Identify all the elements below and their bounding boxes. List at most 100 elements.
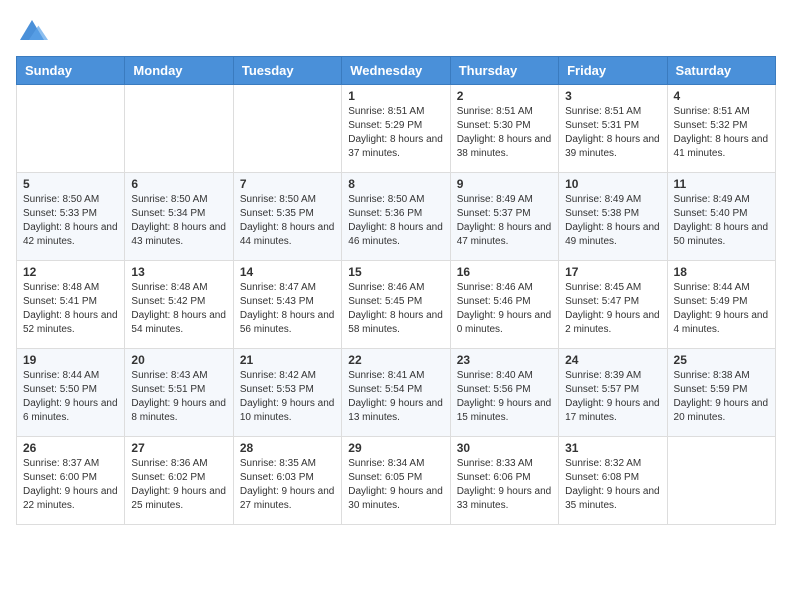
day-info: Sunrise: 8:43 AM Sunset: 5:51 PM Dayligh…	[131, 369, 226, 425]
day-info: Sunrise: 8:42 AM Sunset: 5:53 PM Dayligh…	[240, 369, 335, 425]
day-info: Sunrise: 8:51 AM Sunset: 5:32 PM Dayligh…	[674, 105, 769, 161]
day-info: Sunrise: 8:49 AM Sunset: 5:37 PM Dayligh…	[457, 193, 552, 249]
day-number: 19	[23, 353, 118, 367]
day-number: 18	[674, 265, 769, 279]
day-info: Sunrise: 8:33 AM Sunset: 6:06 PM Dayligh…	[457, 457, 552, 513]
weekday-header-thursday: Thursday	[450, 57, 558, 85]
calendar-cell: 24 Sunrise: 8:39 AM Sunset: 5:57 PM Dayli…	[559, 349, 667, 437]
day-info: Sunrise: 8:51 AM Sunset: 5:31 PM Dayligh…	[565, 105, 660, 161]
day-info: Sunrise: 8:44 AM Sunset: 5:49 PM Dayligh…	[674, 281, 769, 337]
day-info: Sunrise: 8:44 AM Sunset: 5:50 PM Dayligh…	[23, 369, 118, 425]
day-info: Sunrise: 8:50 AM Sunset: 5:35 PM Dayligh…	[240, 193, 335, 249]
day-number: 23	[457, 353, 552, 367]
calendar-cell: 10 Sunrise: 8:49 AM Sunset: 5:38 PM Dayli…	[559, 173, 667, 261]
calendar-cell: 9 Sunrise: 8:49 AM Sunset: 5:37 PM Daylig…	[450, 173, 558, 261]
day-number: 20	[131, 353, 226, 367]
calendar-cell	[125, 85, 233, 173]
day-number: 24	[565, 353, 660, 367]
day-number: 1	[348, 89, 443, 103]
day-info: Sunrise: 8:34 AM Sunset: 6:05 PM Dayligh…	[348, 457, 443, 513]
day-number: 12	[23, 265, 118, 279]
calendar-cell: 5Sunrise: 8:50 AM Sunset: 5:33 PM Daylig…	[17, 173, 125, 261]
week-row-4: 19 Sunrise: 8:44 AM Sunset: 5:50 PM Dayli…	[17, 349, 776, 437]
calendar-cell: 18 Sunrise: 8:44 AM Sunset: 5:49 PM Dayli…	[667, 261, 775, 349]
calendar-cell: 22Sunrise: 8:41 AM Sunset: 5:54 PM Dayli…	[342, 349, 450, 437]
day-info: Sunrise: 8:32 AM Sunset: 6:08 PM Dayligh…	[565, 457, 660, 513]
calendar-cell: 4 Sunrise: 8:51 AM Sunset: 5:32 PM Daylig…	[667, 85, 775, 173]
day-number: 15	[348, 265, 443, 279]
week-row-3: 12 Sunrise: 8:48 AM Sunset: 5:41 PM Dayli…	[17, 261, 776, 349]
day-number: 11	[674, 177, 769, 191]
day-info: Sunrise: 8:49 AM Sunset: 5:38 PM Dayligh…	[565, 193, 660, 249]
week-row-5: 26 Sunrise: 8:37 AM Sunset: 6:00 PM Dayli…	[17, 437, 776, 525]
day-info: Sunrise: 8:50 AM Sunset: 5:34 PM Dayligh…	[131, 193, 226, 249]
calendar-cell: 30 Sunrise: 8:33 AM Sunset: 6:06 PM Dayli…	[450, 437, 558, 525]
calendar-cell: 26 Sunrise: 8:37 AM Sunset: 6:00 PM Dayli…	[17, 437, 125, 525]
day-number: 31	[565, 441, 660, 455]
day-number: 25	[674, 353, 769, 367]
calendar-cell: 6 Sunrise: 8:50 AM Sunset: 5:34 PM Daylig…	[125, 173, 233, 261]
day-number: 30	[457, 441, 552, 455]
day-info: Sunrise: 8:37 AM Sunset: 6:00 PM Dayligh…	[23, 457, 118, 513]
calendar-cell: 25 Sunrise: 8:38 AM Sunset: 5:59 PM Dayli…	[667, 349, 775, 437]
calendar-table: SundayMondayTuesdayWednesdayThursdayFrid…	[16, 56, 776, 525]
weekday-header-tuesday: Tuesday	[233, 57, 341, 85]
calendar-cell: 21 Sunrise: 8:42 AM Sunset: 5:53 PM Dayli…	[233, 349, 341, 437]
day-number: 22	[348, 353, 443, 367]
day-number: 14	[240, 265, 335, 279]
day-number: 7	[240, 177, 335, 191]
day-number: 21	[240, 353, 335, 367]
day-number: 8	[348, 177, 443, 191]
day-number: 9	[457, 177, 552, 191]
calendar-cell: 15Sunrise: 8:46 AM Sunset: 5:45 PM Dayli…	[342, 261, 450, 349]
weekday-header-monday: Monday	[125, 57, 233, 85]
logo-icon	[16, 16, 48, 48]
day-number: 6	[131, 177, 226, 191]
day-info: Sunrise: 8:48 AM Sunset: 5:42 PM Dayligh…	[131, 281, 226, 337]
day-number: 26	[23, 441, 118, 455]
calendar-cell: 7 Sunrise: 8:50 AM Sunset: 5:35 PM Daylig…	[233, 173, 341, 261]
day-info: Sunrise: 8:40 AM Sunset: 5:56 PM Dayligh…	[457, 369, 552, 425]
calendar-cell: 17 Sunrise: 8:45 AM Sunset: 5:47 PM Dayli…	[559, 261, 667, 349]
weekday-header-sunday: Sunday	[17, 57, 125, 85]
day-info: Sunrise: 8:35 AM Sunset: 6:03 PM Dayligh…	[240, 457, 335, 513]
day-number: 10	[565, 177, 660, 191]
calendar-cell	[17, 85, 125, 173]
day-info: Sunrise: 8:51 AM Sunset: 5:29 PM Dayligh…	[348, 105, 443, 161]
day-info: Sunrise: 8:46 AM Sunset: 5:46 PM Dayligh…	[457, 281, 552, 337]
day-number: 13	[131, 265, 226, 279]
day-info: Sunrise: 8:48 AM Sunset: 5:41 PM Dayligh…	[23, 281, 118, 337]
calendar-cell: 23 Sunrise: 8:40 AM Sunset: 5:56 PM Dayli…	[450, 349, 558, 437]
day-number: 28	[240, 441, 335, 455]
day-number: 2	[457, 89, 552, 103]
day-number: 4	[674, 89, 769, 103]
logo	[16, 16, 52, 48]
calendar-cell: 13 Sunrise: 8:48 AM Sunset: 5:42 PM Dayli…	[125, 261, 233, 349]
calendar-cell: 20 Sunrise: 8:43 AM Sunset: 5:51 PM Dayli…	[125, 349, 233, 437]
day-number: 17	[565, 265, 660, 279]
calendar-cell: 19 Sunrise: 8:44 AM Sunset: 5:50 PM Dayli…	[17, 349, 125, 437]
calendar-cell: 14 Sunrise: 8:47 AM Sunset: 5:43 PM Dayli…	[233, 261, 341, 349]
weekday-header-friday: Friday	[559, 57, 667, 85]
calendar-cell: 16 Sunrise: 8:46 AM Sunset: 5:46 PM Dayli…	[450, 261, 558, 349]
day-number: 27	[131, 441, 226, 455]
header	[16, 16, 776, 48]
day-info: Sunrise: 8:38 AM Sunset: 5:59 PM Dayligh…	[674, 369, 769, 425]
calendar-cell: 3 Sunrise: 8:51 AM Sunset: 5:31 PM Daylig…	[559, 85, 667, 173]
day-info: Sunrise: 8:50 AM Sunset: 5:33 PM Dayligh…	[23, 193, 118, 249]
calendar-cell: 11Sunrise: 8:49 AM Sunset: 5:40 PM Dayli…	[667, 173, 775, 261]
weekday-header-row: SundayMondayTuesdayWednesdayThursdayFrid…	[17, 57, 776, 85]
day-info: Sunrise: 8:45 AM Sunset: 5:47 PM Dayligh…	[565, 281, 660, 337]
calendar-cell: 8 Sunrise: 8:50 AM Sunset: 5:36 PM Daylig…	[342, 173, 450, 261]
day-info: Sunrise: 8:50 AM Sunset: 5:36 PM Dayligh…	[348, 193, 443, 249]
day-number: 3	[565, 89, 660, 103]
day-info: Sunrise: 8:39 AM Sunset: 5:57 PM Dayligh…	[565, 369, 660, 425]
week-row-1: 1 Sunrise: 8:51 AM Sunset: 5:29 PM Daylig…	[17, 85, 776, 173]
calendar-cell: 1 Sunrise: 8:51 AM Sunset: 5:29 PM Daylig…	[342, 85, 450, 173]
calendar-cell: 2Sunrise: 8:51 AM Sunset: 5:30 PM Daylig…	[450, 85, 558, 173]
calendar-cell: 27Sunrise: 8:36 AM Sunset: 6:02 PM Dayli…	[125, 437, 233, 525]
weekday-header-wednesday: Wednesday	[342, 57, 450, 85]
calendar-cell: 29Sunrise: 8:34 AM Sunset: 6:05 PM Dayli…	[342, 437, 450, 525]
day-number: 16	[457, 265, 552, 279]
day-info: Sunrise: 8:47 AM Sunset: 5:43 PM Dayligh…	[240, 281, 335, 337]
